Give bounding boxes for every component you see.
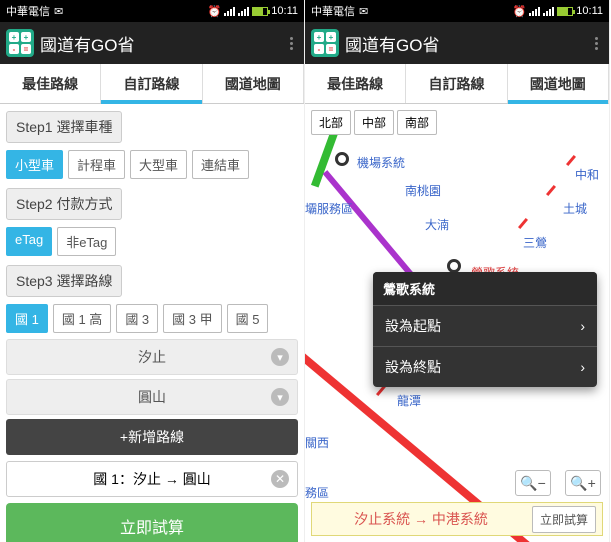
- phone-left: 中華電信 ✉ ⏰ 10:11 ++-= 國道有GO省 最佳路線 自訂路線 國道地…: [0, 0, 305, 542]
- hw-3[interactable]: 國 3: [116, 304, 158, 333]
- mms-icon: ✉: [359, 5, 368, 18]
- vehicle-trailer[interactable]: 連結車: [192, 150, 249, 179]
- app-icon: ++-=: [6, 29, 34, 57]
- overflow-icon[interactable]: [284, 37, 298, 50]
- app-title: 國道有GO省: [40, 31, 278, 56]
- tab-custom-route[interactable]: 自訂路線: [101, 64, 202, 103]
- mms-icon: ✉: [54, 5, 63, 18]
- pay-etag[interactable]: eTag: [6, 227, 52, 256]
- battery-icon: [252, 7, 268, 16]
- label-tucheng: 土城: [563, 200, 587, 217]
- chevron-down-icon: ▾: [271, 348, 289, 366]
- close-icon[interactable]: ✕: [271, 470, 289, 488]
- phone-right: 中華電信 ✉ ⏰ 10:11 ++-= 國道有GO省 最佳路線 自訂路線 國道地…: [305, 0, 610, 542]
- app-icon: ++-=: [311, 29, 339, 57]
- from-select[interactable]: 汐止 ▾: [6, 339, 298, 375]
- status-bar: 中華電信 ✉ ⏰ 10:11: [305, 0, 609, 22]
- zoom-controls: 🔍− 🔍+: [515, 470, 601, 496]
- station-node-yingge[interactable]: [447, 259, 461, 273]
- signal-icon: [529, 6, 540, 16]
- vehicle-small[interactable]: 小型車: [6, 150, 63, 179]
- signal-icon: [238, 6, 249, 16]
- carrier: 中華電信: [311, 3, 355, 19]
- set-end-button[interactable]: 設為終點 ›: [373, 346, 597, 387]
- chevron-down-icon: ▾: [271, 388, 289, 406]
- step1-label: Step1 選擇車種: [6, 111, 122, 143]
- label-dashi: 大湳: [425, 216, 449, 233]
- vehicle-taxi[interactable]: 計程車: [68, 150, 125, 179]
- signal-icon: [224, 6, 235, 16]
- station-popup: 鶯歌系統 設為起點 › 設為終點 ›: [373, 272, 597, 387]
- tab-bar: 最佳路線 自訂路線 國道地圖: [305, 64, 609, 104]
- app-title: 國道有GO省: [345, 31, 583, 56]
- line-tick: [546, 185, 556, 196]
- add-route-button[interactable]: +新增路線: [6, 419, 298, 455]
- route-text: 汐止系統 → 中港系統: [318, 509, 524, 529]
- label-service: 壩服務區: [305, 200, 353, 217]
- line-tick: [566, 155, 576, 166]
- tab-bar: 最佳路線 自訂路線 國道地圖: [0, 64, 304, 104]
- hw-1h[interactable]: 國 1 高: [53, 304, 111, 333]
- pay-nonetag[interactable]: 非eTag: [57, 227, 116, 256]
- route-summary: 國 1：汐止 → 圓山 ✕: [6, 461, 298, 497]
- zoom-in-button[interactable]: 🔍+: [565, 470, 601, 496]
- tab-best-route[interactable]: 最佳路線: [305, 64, 406, 103]
- title-bar: ++-= 國道有GO省: [0, 22, 304, 64]
- to-select[interactable]: 圓山 ▾: [6, 379, 298, 415]
- region-north[interactable]: 北部: [311, 110, 351, 135]
- overflow-icon[interactable]: [589, 37, 603, 50]
- tab-map[interactable]: 國道地圖: [508, 64, 609, 103]
- hw-5[interactable]: 國 5: [227, 304, 269, 333]
- map-panel[interactable]: 機場系統 南桃園 壩服務區 大湳 中和 土城 三鶯 鶯歌系統 龍潭 關西 務區 …: [305, 104, 609, 542]
- tab-custom-route[interactable]: 自訂路線: [406, 64, 507, 103]
- vehicle-options: 小型車 計程車 大型車 連結車: [6, 150, 298, 179]
- title-bar: ++-= 國道有GO省: [305, 22, 609, 64]
- tab-map[interactable]: 國道地圖: [203, 64, 304, 103]
- from-value: 汐止: [138, 349, 166, 365]
- status-bar: 中華電信 ✉ ⏰ 10:11: [0, 0, 304, 22]
- region-center[interactable]: 中部: [354, 110, 394, 135]
- opt-label: 設為終點: [385, 357, 441, 377]
- region-south[interactable]: 南部: [397, 110, 437, 135]
- tab-best-route[interactable]: 最佳路線: [0, 64, 101, 103]
- carrier: 中華電信: [6, 3, 50, 19]
- set-start-button[interactable]: 設為起點 ›: [373, 305, 597, 346]
- step2-label: Step2 付款方式: [6, 188, 122, 220]
- label-guanxi: 關西: [305, 434, 329, 451]
- vehicle-large[interactable]: 大型車: [130, 150, 187, 179]
- route-calc-button[interactable]: 立即試算: [532, 506, 596, 533]
- label-airport: 機場系統: [357, 154, 405, 171]
- signal-icon: [543, 6, 554, 16]
- zoom-out-button[interactable]: 🔍−: [515, 470, 551, 496]
- custom-route-panel: Step1 選擇車種 小型車 計程車 大型車 連結車 Step2 付款方式 eT…: [0, 104, 304, 542]
- chevron-right-icon: ›: [580, 359, 585, 375]
- highway-options: 國 1 國 1 高 國 3 國 3 甲 國 5: [6, 304, 298, 333]
- route-bar: 汐止系統 → 中港系統 立即試算: [311, 502, 603, 536]
- to-value: 圓山: [138, 389, 166, 405]
- alarm-icon: ⏰: [513, 5, 527, 18]
- label-sanying: 三鶯: [523, 234, 547, 251]
- calculate-button[interactable]: 立即試算: [6, 503, 298, 542]
- station-node[interactable]: [335, 152, 349, 166]
- chevron-right-icon: ›: [580, 318, 585, 334]
- label-nantaoyuan: 南桃園: [405, 182, 441, 199]
- clock: 10:11: [271, 5, 298, 17]
- summary-text: 國 1：汐止 → 圓山: [93, 471, 210, 487]
- highway-map[interactable]: 機場系統 南桃園 壩服務區 大湳 中和 土城 三鶯 鶯歌系統 龍潭 關西 務區 …: [305, 104, 609, 542]
- alarm-icon: ⏰: [208, 5, 222, 18]
- clock: 10:11: [576, 5, 603, 17]
- label-wuqu: 務區: [305, 484, 329, 501]
- battery-icon: [557, 7, 573, 16]
- popup-title: 鶯歌系統: [373, 272, 597, 305]
- label-zhonghe: 中和: [575, 166, 599, 183]
- opt-label: 設為起點: [385, 316, 441, 336]
- region-buttons: 北部 中部 南部: [311, 110, 437, 135]
- label-longtan: 龍潭: [397, 392, 421, 409]
- hw-3a[interactable]: 國 3 甲: [163, 304, 221, 333]
- payment-options: eTag 非eTag: [6, 227, 298, 256]
- hw-1[interactable]: 國 1: [6, 304, 48, 333]
- line-tick: [518, 218, 528, 229]
- step3-label: Step3 選擇路線: [6, 265, 122, 297]
